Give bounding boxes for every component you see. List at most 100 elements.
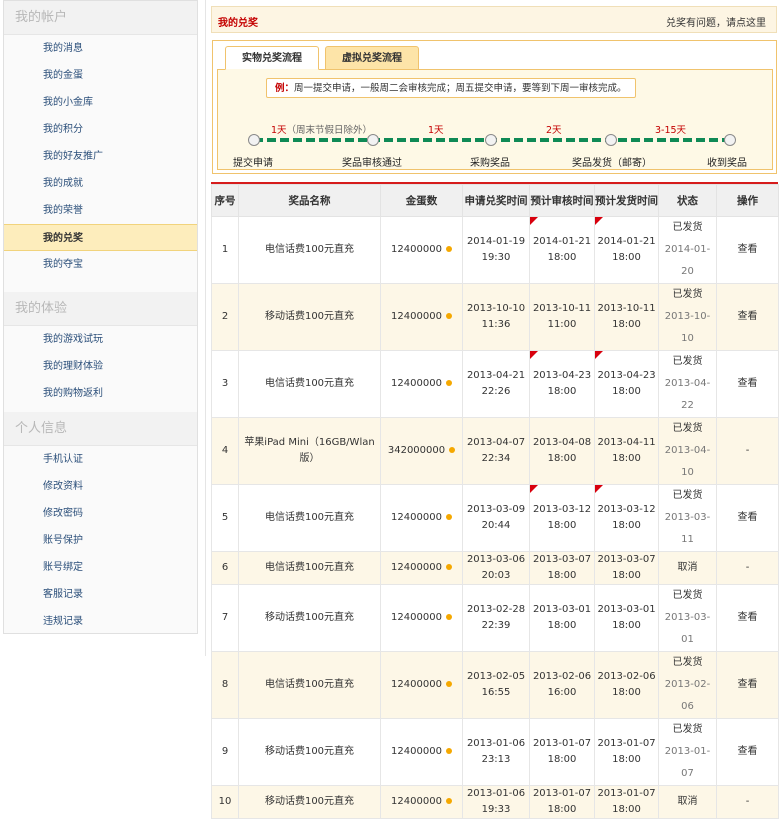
cell-action[interactable]: 查看 (716, 216, 779, 284)
cell-prize-name: 移动话费100元直充 (238, 785, 381, 819)
cell-index: 9 (211, 718, 239, 786)
gold-egg-icon (445, 748, 452, 754)
sidebar-item[interactable]: 我的荣誉 (4, 197, 197, 224)
status-date: 2013-03-11 (664, 512, 711, 545)
egg-count: 12400000 (391, 378, 442, 389)
no-action: - (745, 562, 750, 573)
cell-review-time: 2013-03-01 18:00 (529, 584, 595, 652)
sidebar-item[interactable]: 我的好友推广 (4, 143, 197, 170)
tab-physical-flow[interactable]: 实物兑奖流程 (225, 46, 319, 70)
egg-count: 342000000 (387, 445, 446, 456)
row-index: 1 (221, 244, 229, 255)
egg-count: 12400000 (391, 311, 442, 322)
column-header: 预计审核时间 (529, 184, 595, 217)
sidebar-item[interactable]: 违规记录 (4, 608, 197, 635)
sidebar-item[interactable]: 我的购物返利 (4, 380, 197, 407)
review-time-date: 2013-10-11 (532, 303, 592, 314)
status-text: 已发货 (672, 657, 703, 668)
cell-egg-count: 12400000 (380, 785, 463, 819)
sidebar-item[interactable]: 我的积分 (4, 116, 197, 143)
sidebar-item[interactable]: 修改资料 (4, 473, 197, 500)
review-time-date: 2013-02-06 (532, 671, 592, 682)
prize-name: 苹果iPad Mini（16GB/Wlan版） (244, 437, 375, 464)
status-text: 已发货 (672, 724, 703, 735)
sidebar-item[interactable]: 修改密码 (4, 500, 197, 527)
cell-action[interactable]: 查看 (716, 350, 779, 418)
review-time-date: 2013-03-01 (532, 604, 592, 615)
apply-time-clock: 19:30 (481, 252, 511, 263)
cell-action[interactable]: 查看 (716, 718, 779, 786)
sidebar-item[interactable]: 客服记录 (4, 581, 197, 608)
cell-index: 7 (211, 584, 239, 652)
view-link[interactable]: 查看 (738, 746, 758, 757)
sidebar-item[interactable]: 我的小金库 (4, 89, 197, 116)
cell-ship-time: 2013-02-06 18:00 (594, 651, 659, 719)
gold-egg-icon (445, 564, 452, 570)
cell-egg-count: 12400000 (380, 584, 463, 652)
cell-review-time: 2013-01-07 18:00 (529, 718, 595, 786)
corner-flag-icon (595, 351, 603, 359)
apply-time-clock: 22:34 (481, 453, 511, 464)
sidebar-item[interactable]: 账号绑定 (4, 554, 197, 581)
cell-review-time: 2013-03-12 18:00 (529, 484, 595, 552)
view-link[interactable]: 查看 (738, 311, 758, 322)
step-submit: 提交申请 (233, 158, 273, 169)
table-row: 6 电信话费100元直充 12400000 2013-03-06 20:03 2013-0… (211, 551, 779, 585)
view-link[interactable]: 查看 (738, 612, 758, 623)
cell-apply-time: 2013-04-07 22:34 (462, 417, 530, 485)
sidebar: 我的帐户 我的消息 我的金蛋 我的小金库 我的积分 我的好友推广 我的成就 我的荣誉 我的兑奖我… (3, 0, 198, 634)
table-row: 10 移动话费100元直充 12400000 2013-01-06 19:33 2013-… (211, 785, 779, 819)
cell-status: 已发货 2013-03-01 (658, 584, 717, 652)
review-time-clock: 18:00 (547, 386, 577, 397)
table-row: 7 移动话费100元直充 12400000 2013-02-28 22:39 2013-0… (211, 584, 779, 652)
view-link[interactable]: 查看 (738, 679, 758, 690)
review-time-date: 2013-04-08 (532, 437, 592, 448)
sidebar-section-experience: 我的体验 (4, 292, 197, 326)
duration-1-main: 1天 (271, 125, 287, 136)
row-index: 7 (221, 612, 229, 623)
cell-index: 10 (211, 785, 239, 819)
apply-time-clock: 22:39 (481, 620, 511, 631)
ship-time-date: 2013-04-23 (597, 370, 656, 381)
cell-action[interactable]: 查看 (716, 283, 779, 351)
sidebar-item[interactable]: 我的成就 (4, 170, 197, 197)
sidebar-item[interactable]: 我的理财体验 (4, 353, 197, 380)
column-header: 状态 (658, 184, 717, 217)
sidebar-item[interactable]: 账号保护 (4, 527, 197, 554)
prize-name: 电信话费100元直充 (264, 244, 355, 255)
view-link[interactable]: 查看 (738, 512, 758, 523)
help-link[interactable]: 兑奖有问题，请点这里 (666, 14, 766, 29)
egg-count: 12400000 (391, 244, 442, 255)
ship-time-clock: 18:00 (612, 453, 641, 464)
ship-time-clock: 18:00 (612, 570, 641, 581)
cell-review-time: 2013-04-08 18:00 (529, 417, 595, 485)
apply-time-date: 2014-01-19 (466, 236, 526, 247)
cell-action[interactable]: 查看 (716, 584, 779, 652)
sidebar-item[interactable]: 我的金蛋 (4, 62, 197, 89)
apply-time-date: 2013-02-05 (466, 671, 526, 682)
egg-count: 12400000 (391, 679, 442, 690)
status-date: 2013-03-01 (664, 612, 711, 645)
view-link[interactable]: 查看 (738, 378, 758, 389)
review-time-date: 2013-01-07 (532, 788, 592, 799)
cell-action[interactable]: 查看 (716, 651, 779, 719)
cell-index: 2 (211, 283, 239, 351)
sidebar-item[interactable]: 我的兑奖 (4, 224, 197, 251)
prize-name: 电信话费100元直充 (264, 512, 355, 523)
apply-time-clock: 19:33 (481, 804, 511, 815)
gold-egg-icon (445, 313, 452, 319)
view-link[interactable]: 查看 (738, 244, 758, 255)
cell-action[interactable]: 查看 (716, 484, 779, 552)
sidebar-item[interactable]: 我的游戏试玩 (4, 326, 197, 353)
main-content: 我的兑奖 兑奖有问题，请点这里 实物兑奖流程 虚拟兑奖流程 例：周一提交申请，一… (205, 0, 780, 819)
cell-ship-time: 2013-03-01 18:00 (594, 584, 659, 652)
sidebar-item[interactable]: 手机认证 (4, 446, 197, 473)
table-row: 8 电信话费100元直充 12400000 2013-02-05 16:55 2013-0… (211, 651, 779, 719)
sidebar-item[interactable]: 我的夺宝 (4, 251, 197, 278)
cell-ship-time: 2013-04-23 18:00 (594, 350, 659, 418)
apply-time-clock: 23:13 (481, 754, 511, 765)
sidebar-item[interactable]: 我的消息 (4, 35, 197, 62)
status-date: 2014-01-20 (664, 244, 711, 277)
tab-virtual-flow[interactable]: 虚拟兑奖流程 (325, 46, 419, 70)
